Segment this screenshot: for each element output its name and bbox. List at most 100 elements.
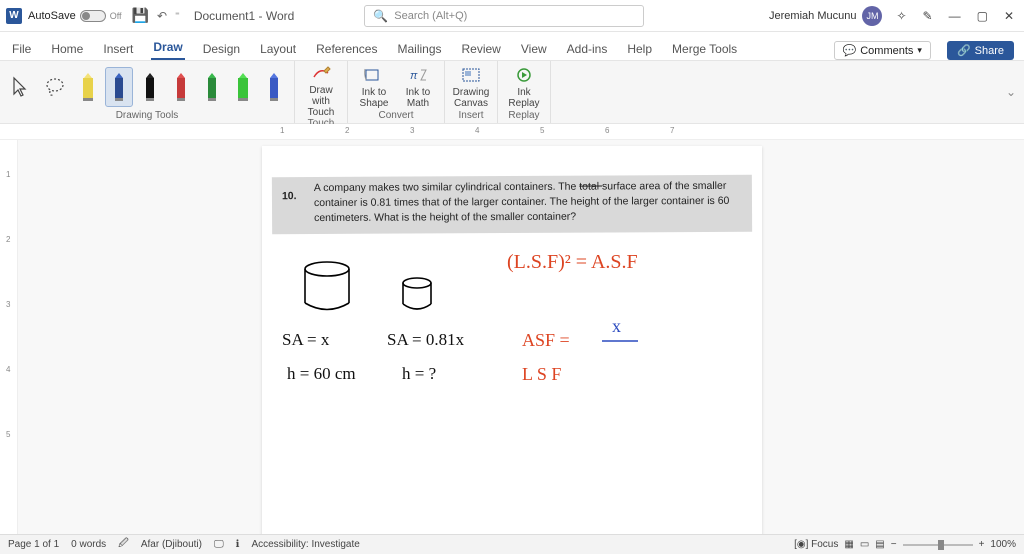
avatar: JM — [862, 6, 882, 26]
maximize-button[interactable]: ▢ — [977, 9, 988, 23]
ruler-tick: 5 — [540, 126, 544, 135]
ink-h-large: h = 60 cm — [287, 364, 356, 384]
tab-mailings[interactable]: Mailings — [395, 38, 443, 60]
ink-to-math-button[interactable]: π Ink to Math — [398, 65, 438, 109]
zoom-out-button[interactable]: − — [891, 539, 897, 550]
autosave-switch-icon[interactable] — [80, 10, 106, 22]
search-input[interactable]: 🔍 Search (Alt+Q) — [364, 5, 644, 27]
drawing-canvas-button[interactable]: Drawing Canvas — [451, 65, 491, 109]
ink-replay-button[interactable]: Ink Replay — [504, 65, 544, 109]
vruler-tick: 5 — [6, 430, 10, 439]
search-icon: 🔍 — [373, 9, 388, 23]
select-tool[interactable] — [6, 67, 36, 107]
canvas-icon — [460, 65, 482, 85]
status-words[interactable]: 0 words — [71, 539, 106, 550]
status-page[interactable]: Page 1 of 1 — [8, 539, 59, 550]
group-insert: Insert — [451, 110, 491, 123]
search-placeholder: Search (Alt+Q) — [394, 10, 467, 22]
group-convert: Convert — [354, 110, 438, 123]
tab-merge-tools[interactable]: Merge Tools — [670, 38, 739, 60]
spellcheck-icon[interactable]: 🖉 — [118, 536, 129, 553]
status-language[interactable]: Afar (Djibouti) — [141, 539, 202, 550]
zoom-level[interactable]: 100% — [990, 539, 1016, 550]
ink-to-shape-button[interactable]: Ink to Shape — [354, 65, 394, 109]
comments-button[interactable]: 💬 Comments ▾ — [834, 41, 931, 60]
pen-5[interactable] — [229, 67, 257, 107]
word-app-icon: W — [6, 8, 22, 24]
share-icon: 🔗 — [957, 44, 971, 57]
vertical-ruler[interactable]: 1 2 3 4 5 — [0, 140, 18, 534]
display-settings-icon[interactable]: 🖵 — [214, 539, 224, 550]
focus-mode-button[interactable]: [◉] Focus — [794, 539, 838, 550]
minimize-button[interactable]: — — [949, 9, 961, 23]
lasso-tool[interactable] — [40, 67, 70, 107]
ruler-tick: 6 — [605, 126, 609, 135]
vruler-tick: 3 — [6, 300, 10, 309]
ink-lsf: L S F — [522, 364, 561, 385]
tab-insert[interactable]: Insert — [101, 38, 135, 60]
collapse-ribbon-icon[interactable]: ⌄ — [1006, 85, 1016, 99]
pen-2[interactable] — [136, 67, 164, 107]
vruler-tick: 2 — [6, 235, 10, 244]
web-layout-view-icon[interactable]: ▤ — [875, 539, 884, 550]
autosave-toggle[interactable]: AutoSave Off — [28, 10, 122, 22]
print-layout-view-icon[interactable]: ▦ — [844, 539, 853, 550]
accessibility-icon[interactable]: ℹ — [236, 539, 240, 550]
document-page[interactable]: 10. A company makes two similar cylindri… — [262, 146, 762, 534]
pen-3[interactable] — [167, 67, 195, 107]
close-button[interactable]: ✕ — [1004, 9, 1014, 23]
save-icon[interactable]: 💾 — [132, 7, 149, 24]
undo-icon[interactable]: ↶ — [157, 9, 167, 23]
pen-4[interactable] — [198, 67, 226, 107]
vruler-tick: 1 — [6, 170, 10, 179]
group-drawing-tools: Drawing Tools — [6, 110, 288, 123]
document-title: Document1 - Word — [194, 9, 294, 23]
ruler-tick: 7 — [670, 126, 674, 135]
account-button[interactable]: Jeremiah Mucunu JM — [769, 6, 882, 26]
ribbon-tabs: File Home Insert Draw Design Layout Refe… — [0, 32, 1024, 60]
ink-math-icon: π — [407, 65, 429, 85]
tab-home[interactable]: Home — [49, 38, 85, 60]
group-replay: Replay — [504, 110, 544, 123]
autosave-state: Off — [110, 11, 122, 21]
touch-icon — [310, 63, 332, 83]
ruler-tick: 4 — [475, 126, 479, 135]
tab-help[interactable]: Help — [625, 38, 654, 60]
status-accessibility[interactable]: Accessibility: Investigate — [251, 539, 359, 550]
large-cylinder-drawing — [297, 261, 357, 319]
ruler-tick: 2 — [345, 126, 349, 135]
small-cylinder-drawing — [397, 276, 437, 319]
copilot-icon[interactable]: ✧ — [896, 9, 906, 23]
qat-dropdown-icon[interactable]: ⁼ — [175, 10, 180, 21]
ink-h-small: h = ? — [402, 364, 436, 384]
pen-0[interactable] — [74, 67, 102, 107]
comments-icon: 💬 — [843, 44, 857, 57]
tab-addins[interactable]: Add-ins — [565, 38, 610, 60]
tab-view[interactable]: View — [519, 38, 549, 60]
tab-file[interactable]: File — [10, 38, 33, 60]
ink-formula: (L.S.F)² = A.S.F — [507, 251, 638, 274]
ink-canvas[interactable]: (L.S.F)² = A.S.F SA = x SA = 0.81x h = 6… — [262, 146, 762, 534]
read-mode-view-icon[interactable]: ▭ — [860, 539, 869, 550]
zoom-in-button[interactable]: + — [979, 539, 985, 550]
tab-layout[interactable]: Layout — [258, 38, 298, 60]
ribbon: Drawing Tools Draw with Touch Touch Ink … — [0, 60, 1024, 124]
tab-references[interactable]: References — [314, 38, 379, 60]
pen-1[interactable] — [105, 67, 133, 107]
draw-with-touch-button[interactable]: Draw with Touch — [301, 63, 341, 118]
ruler-tick: 3 — [410, 126, 414, 135]
svg-text:π: π — [410, 70, 418, 82]
ink-sa-small: SA = 0.81x — [387, 330, 464, 350]
horizontal-ruler[interactable]: 1 2 3 4 5 6 7 — [0, 124, 1024, 140]
ribbon-options-icon[interactable]: ✎ — [923, 9, 933, 23]
vruler-tick: 4 — [6, 365, 10, 374]
ruler-tick: 1 — [280, 126, 284, 135]
ink-sa-large: SA = x — [282, 330, 329, 350]
tab-review[interactable]: Review — [460, 38, 503, 60]
tab-design[interactable]: Design — [201, 38, 242, 60]
pen-6[interactable] — [260, 67, 288, 107]
share-button[interactable]: 🔗 Share — [947, 41, 1014, 60]
tab-draw[interactable]: Draw — [151, 36, 184, 60]
zoom-slider[interactable] — [903, 544, 973, 546]
chevron-down-icon: ▾ — [917, 45, 922, 56]
